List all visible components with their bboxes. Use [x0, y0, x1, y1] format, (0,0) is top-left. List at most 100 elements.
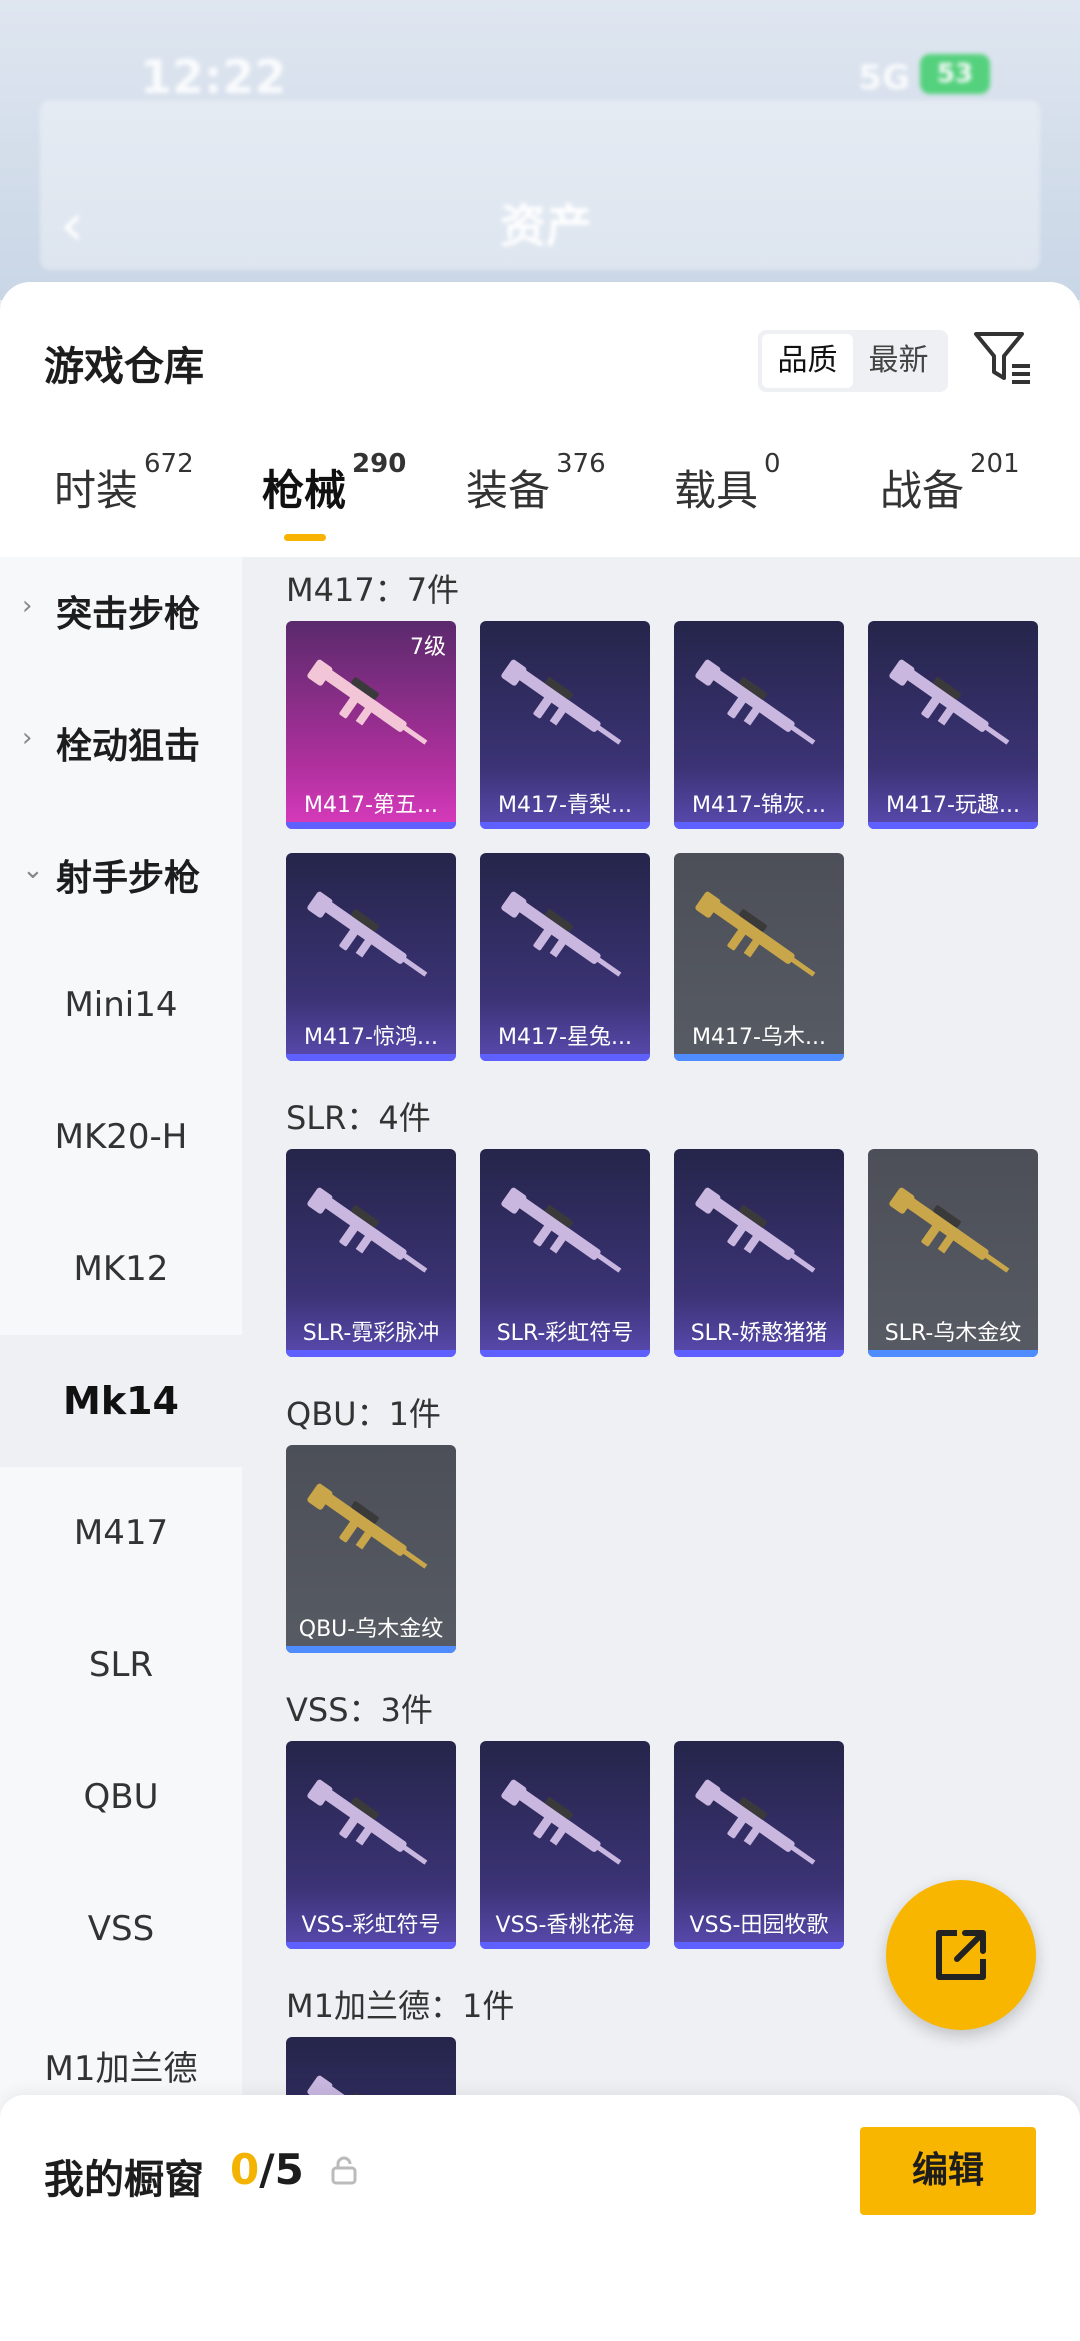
- active-tab-indicator: [284, 534, 326, 541]
- chevron-down-icon: ⌄: [22, 855, 44, 885]
- sort-newest[interactable]: 最新: [853, 334, 944, 388]
- sidebar-item-m417[interactable]: M417: [0, 1513, 242, 1553]
- rarity-bar: [674, 1350, 844, 1357]
- weapon-name: VSS-田园牧歌: [689, 1913, 829, 1938]
- rifle-icon: [501, 1187, 622, 1273]
- rarity-bar: [286, 822, 456, 829]
- section-title: SLR：4件: [286, 1099, 431, 1137]
- weapon-name: SLR-乌木金纹: [884, 1321, 1022, 1346]
- sort-segment: 品质 最新: [758, 330, 948, 392]
- weapon-card[interactable]: SLR-娇憨猪猪: [674, 1149, 844, 1357]
- level-badge: 7级: [410, 635, 446, 660]
- section-title: M417：7件: [286, 571, 460, 609]
- edit-button[interactable]: 编辑: [860, 2127, 1036, 2215]
- sidebar-group-dmr[interactable]: ⌄ 射手步枪: [0, 849, 242, 901]
- chevron-right-icon: ›: [22, 723, 33, 753]
- weapon-card[interactable]: SLR-彩虹符号: [480, 1149, 650, 1357]
- rifle-icon: [307, 1483, 428, 1569]
- sidebar-item-slr[interactable]: SLR: [0, 1645, 242, 1685]
- weapon-name: SLR-娇憨猪猪: [690, 1321, 828, 1346]
- weapon-name: M417-乌木...: [692, 1025, 826, 1050]
- app-bar-title: 资产: [500, 199, 592, 253]
- weapon-name: VSS-彩虹符号: [301, 1913, 441, 1938]
- lock-icon: [331, 2156, 357, 2185]
- rifle-icon: [307, 659, 428, 745]
- rarity-bar: [286, 1054, 456, 1061]
- sidebar-group-bolt-snipers[interactable]: › 栓动狙击: [0, 717, 242, 769]
- sidebar-item-m1-garand[interactable]: M1加兰德: [0, 2041, 242, 2090]
- rarity-bar: [480, 1054, 650, 1061]
- weapon-card[interactable]: SLR-霓彩脉冲: [286, 1149, 456, 1357]
- weapon-card[interactable]: M417-惊鸿...: [286, 853, 456, 1061]
- share-button[interactable]: [886, 1880, 1036, 2030]
- weapon-name: M417-锦灰...: [692, 793, 826, 818]
- section-title: VSS：3件: [286, 1691, 433, 1729]
- sidebar-item-mk14[interactable]: Mk14: [0, 1335, 242, 1467]
- rifle-icon: [695, 1187, 816, 1273]
- rifle-icon: [307, 891, 428, 977]
- sort-quality[interactable]: 品质: [762, 334, 853, 388]
- weapon-card[interactable]: M417-青梨...: [480, 621, 650, 829]
- rifle-icon: [307, 1779, 428, 1865]
- sidebar-item-vss[interactable]: VSS: [0, 1909, 242, 1949]
- sidebar-item-mk12[interactable]: MK12: [0, 1249, 242, 1289]
- showcase-count: 0/5: [230, 2145, 304, 2194]
- rarity-bar: [868, 822, 1038, 829]
- weapon-sidebar: › 突击步枪 › 栓动狙击 ⌄ 射手步枪 Mini14 MK20-H MK12 Mk1…: [0, 557, 242, 2341]
- showcase-bar: 我的橱窗 0/5 编辑: [0, 2095, 1080, 2341]
- category-tabs: 时装672 枪械290 装备376 载具0 战备201: [0, 449, 1080, 557]
- weapon-card[interactable]: M417-玩趣...: [868, 621, 1038, 829]
- rarity-bar: [868, 1350, 1038, 1357]
- sheet-title: 游戏仓库: [44, 344, 204, 390]
- tab-fashion[interactable]: 时装672: [54, 449, 194, 518]
- item-grid: M417：7件 7级 M417-第五... M417-青梨... M417-锦灰... M…: [242, 557, 1080, 2341]
- rifle-icon: [889, 1187, 1010, 1273]
- weapon-name: M417-玩趣...: [886, 793, 1020, 818]
- rarity-bar: [286, 1942, 456, 1949]
- tab-firearms[interactable]: 枪械290: [262, 449, 406, 518]
- weapon-card[interactable]: VSS-田园牧歌: [674, 1741, 844, 1949]
- rarity-bar: [480, 1350, 650, 1357]
- rifle-icon: [501, 1779, 622, 1865]
- tab-equipment[interactable]: 装备376: [466, 449, 606, 518]
- rarity-bar: [286, 1350, 456, 1357]
- weapon-name: SLR-霓彩脉冲: [302, 1321, 440, 1346]
- network-indicator: 5G: [858, 58, 910, 98]
- warehouse-sheet: 游戏仓库 品质 最新 时装672 枪械290 装备376 载具0 战备201 ›…: [0, 282, 1080, 2341]
- weapon-name: M417-第五...: [304, 793, 438, 818]
- sidebar-item-mk20h[interactable]: MK20-H: [0, 1117, 242, 1157]
- rifle-icon: [695, 659, 816, 745]
- weapon-name: M417-星兔...: [498, 1025, 632, 1050]
- weapon-name: QBU-乌木金纹: [298, 1617, 444, 1642]
- rarity-bar: [480, 822, 650, 829]
- rarity-bar: [674, 1054, 844, 1061]
- rarity-bar: [674, 822, 844, 829]
- weapon-card[interactable]: SLR-乌木金纹: [868, 1149, 1038, 1357]
- weapon-name: M417-青梨...: [498, 793, 632, 818]
- section-title: QBU：1件: [286, 1395, 441, 1433]
- rifle-icon: [307, 1187, 428, 1273]
- weapon-card[interactable]: 7级 M417-第五...: [286, 621, 456, 829]
- rarity-bar: [286, 1646, 456, 1653]
- tab-combat-gear[interactable]: 战备201: [880, 449, 1020, 518]
- sidebar-item-qbu[interactable]: QBU: [0, 1777, 242, 1817]
- tab-vehicles[interactable]: 载具0: [674, 449, 781, 518]
- section-title: M1加兰德：1件: [286, 1987, 515, 2025]
- rarity-bar: [674, 1942, 844, 1949]
- sidebar-item-mini14[interactable]: Mini14: [0, 985, 242, 1025]
- weapon-card[interactable]: VSS-香桃花海: [480, 1741, 650, 1949]
- weapon-card[interactable]: VSS-彩虹符号: [286, 1741, 456, 1949]
- weapon-card[interactable]: M417-乌木...: [674, 853, 844, 1061]
- battery-indicator: 53: [920, 54, 990, 94]
- rifle-icon: [695, 891, 816, 977]
- weapon-card[interactable]: M417-锦灰...: [674, 621, 844, 829]
- sidebar-group-assault-rifles[interactable]: › 突击步枪: [0, 585, 242, 637]
- filter-icon[interactable]: [972, 328, 1034, 390]
- weapon-card[interactable]: M417-星兔...: [480, 853, 650, 1061]
- weapon-name: M417-惊鸿...: [304, 1025, 438, 1050]
- rifle-icon: [695, 1779, 816, 1865]
- weapon-card[interactable]: QBU-乌木金纹: [286, 1445, 456, 1653]
- status-time: 12:22: [140, 50, 287, 104]
- back-icon[interactable]: ‹: [60, 190, 84, 260]
- app-bar: ‹ 资产: [40, 100, 1040, 270]
